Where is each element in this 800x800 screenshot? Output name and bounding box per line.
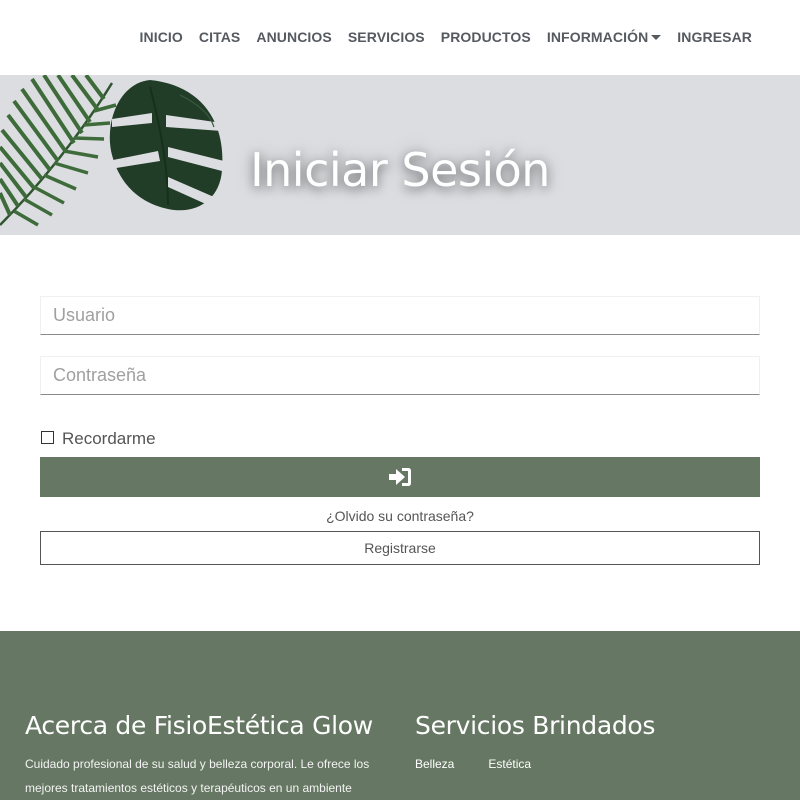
footer-about-text: Cuidado profesional de su salud y bellez… <box>25 757 370 795</box>
nav-item-anuncios[interactable]: ANUNCIOS <box>256 29 331 45</box>
service-link-belleza[interactable]: Belleza <box>415 757 454 771</box>
remember-me-checkbox[interactable] <box>41 430 54 444</box>
footer-services-section: Servicios Brindados Belleza Estética <box>415 711 775 771</box>
nav-item-citas[interactable]: CITAS <box>199 29 240 45</box>
page-title: Iniciar Sesión <box>250 143 550 197</box>
nav-item-servicios[interactable]: SERVICIOS <box>348 29 425 45</box>
footer-services-title: Servicios Brindados <box>415 711 656 740</box>
register-button-label: Registrarse <box>364 540 436 556</box>
nav-item-label: INGRESAR <box>677 29 752 45</box>
nav-item-label: ANUNCIOS <box>256 29 332 45</box>
nav-item-label: CITAS <box>198 29 241 45</box>
hero-banner: Iniciar Sesión <box>0 75 800 235</box>
nav-item-label: INICIO <box>139 29 183 45</box>
sign-in-icon <box>389 468 411 486</box>
login-form: Recordarme ¿Olvido su contraseña? Regist… <box>40 296 760 565</box>
register-button[interactable]: Registrarse <box>40 531 760 565</box>
password-input[interactable] <box>40 356 760 395</box>
nav-item-informacion[interactable]: INFORMACIÓN <box>546 29 662 45</box>
remember-me-row: Recordarme <box>40 429 760 449</box>
nav-menu: INICIO CITAS ANUNCIOS SERVICIOS PRODUCTO… <box>140 29 752 45</box>
footer-about-section: Acerca de FisioEstética Glow Cuidado pro… <box>25 711 385 800</box>
nav-item-label: SERVICIOS <box>347 29 425 45</box>
nav-item-productos[interactable]: PRODUCTOS <box>441 29 531 45</box>
nav-item-inicio[interactable]: INICIO <box>140 29 183 45</box>
site-footer: Acerca de FisioEstética Glow Cuidado pro… <box>0 631 800 800</box>
services-list: Belleza Estética <box>415 757 775 771</box>
remember-me-label: Recordarme <box>62 429 156 448</box>
caret-down-icon <box>651 35 662 40</box>
nav-item-label: INFORMACIÓN <box>546 29 649 45</box>
service-link-estetica[interactable]: Estética <box>488 757 531 771</box>
nav-item-label: PRODUCTOS <box>440 29 531 45</box>
login-button[interactable] <box>40 457 760 497</box>
username-input[interactable] <box>40 296 760 335</box>
forgot-password-link[interactable]: ¿Olvido su contraseña? <box>40 508 760 524</box>
top-navbar: INICIO CITAS ANUNCIOS SERVICIOS PRODUCTO… <box>0 0 800 75</box>
nav-item-ingresar[interactable]: INGRESAR <box>677 29 752 45</box>
footer-about-title: Acerca de FisioEstética Glow <box>25 711 373 740</box>
